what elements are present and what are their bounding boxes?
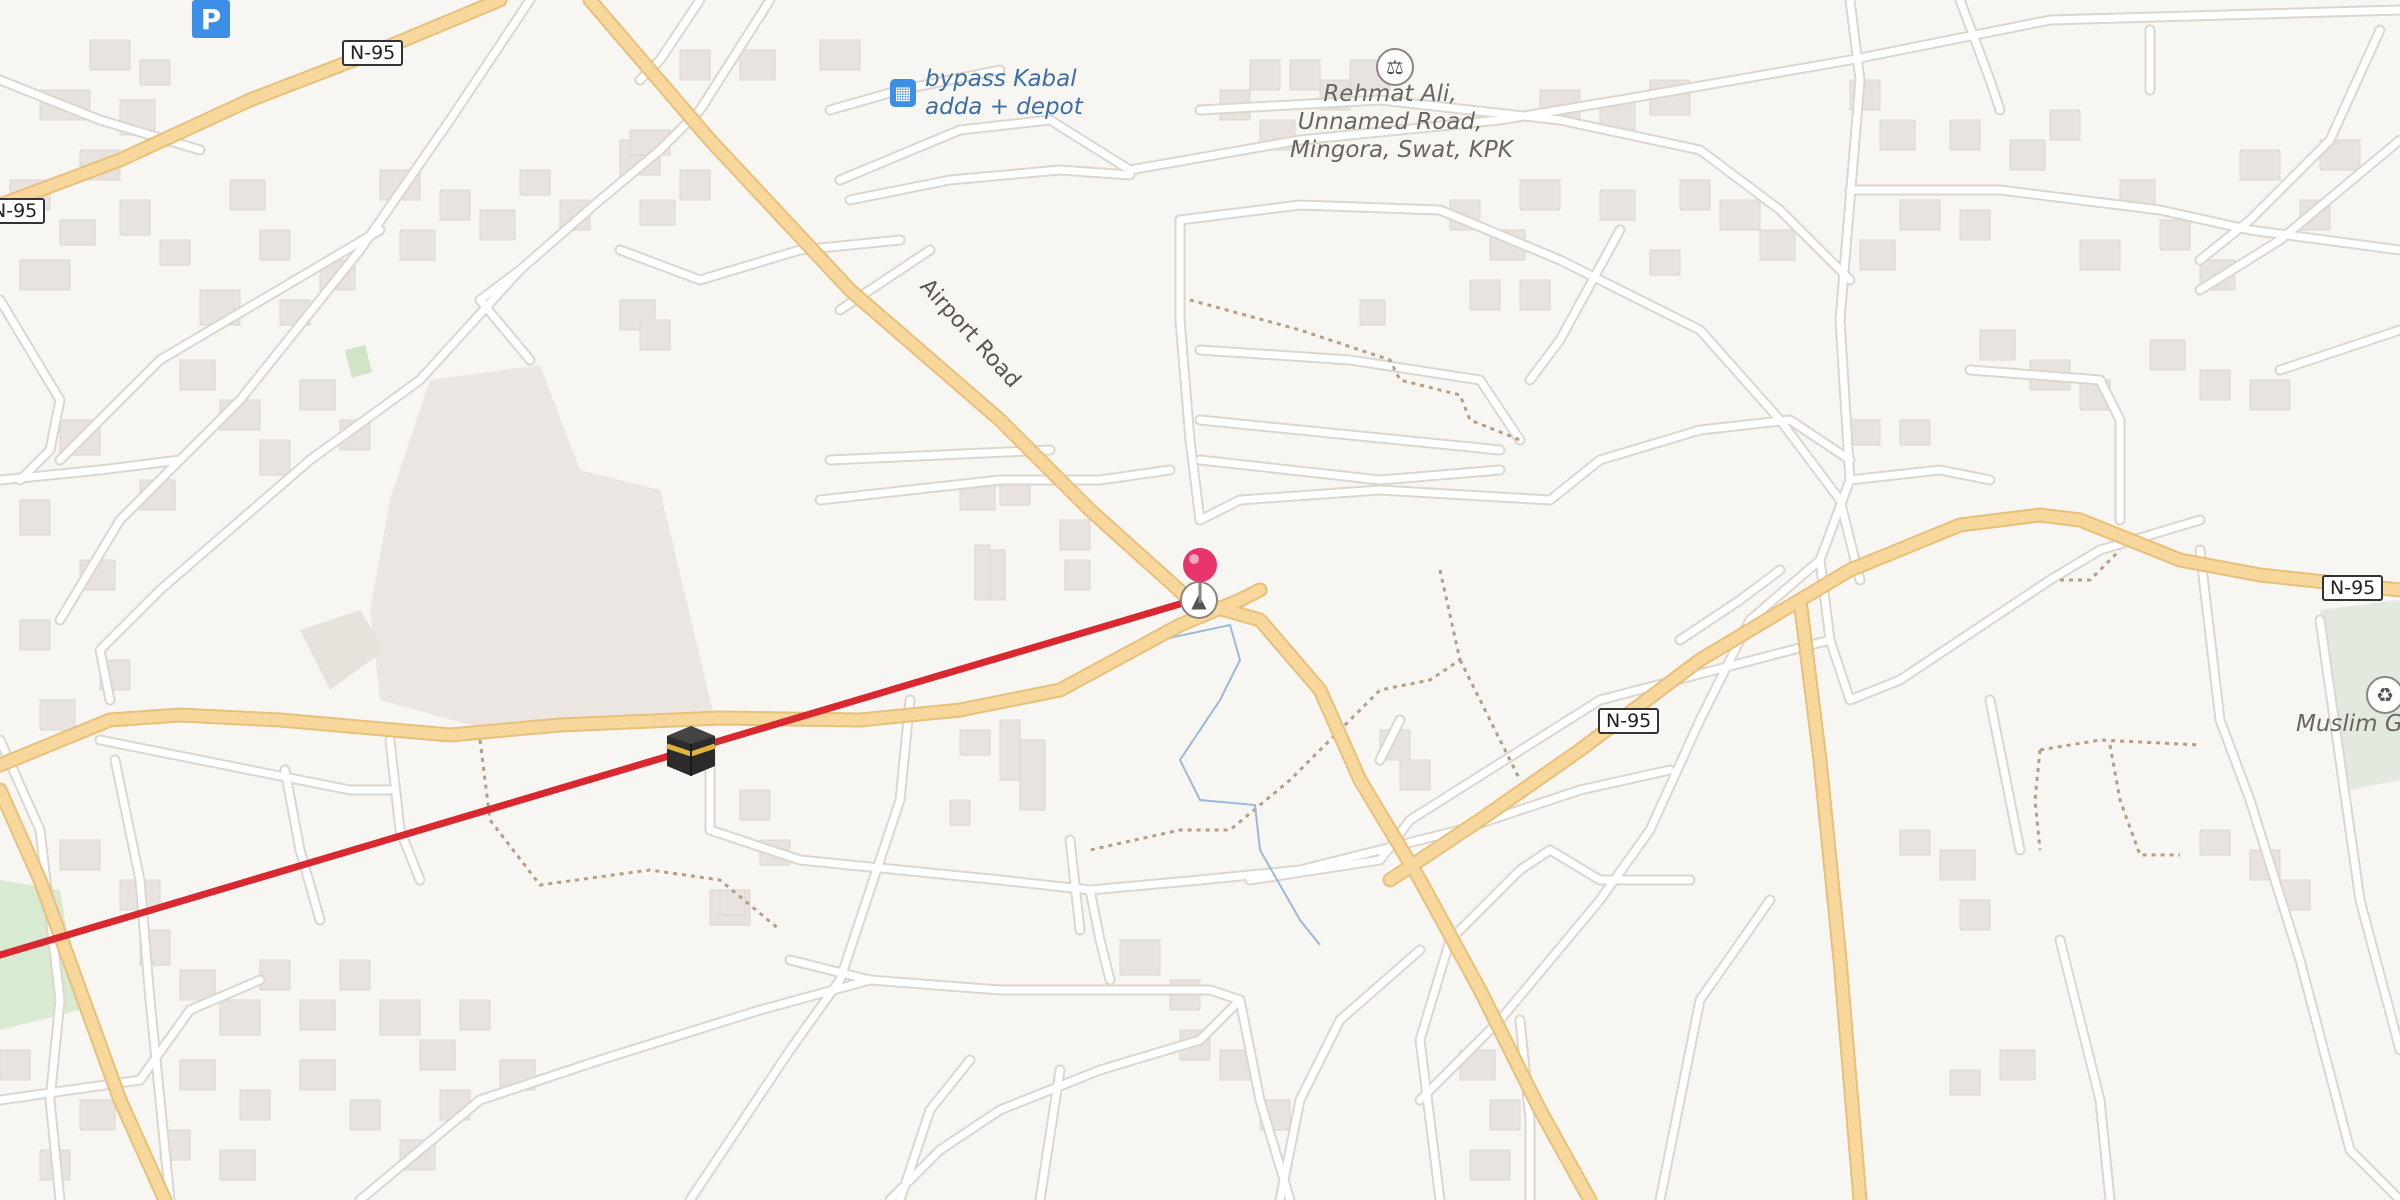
road-shield-n95-right: N-95 <box>2322 575 2384 601</box>
lodging-label-line3: Mingora, Swat, KPK <box>1290 137 1513 163</box>
lodging-label[interactable]: Rehmat Ali, Unnamed Road, Mingora, Swat,… <box>1290 80 1513 164</box>
parking-icon[interactable]: P <box>192 0 230 38</box>
lodging-label-line2: Unnamed Road, <box>1297 109 1483 135</box>
cemetery-icon[interactable]: ♻ <box>2366 676 2400 714</box>
road-shield-n95-center: N-95 <box>1598 708 1660 734</box>
lodging-label-line1: Rehmat Ali, <box>1323 81 1457 107</box>
bus-stop-label[interactable]: bypass Kabal adda + depot <box>925 65 1083 121</box>
kaaba-icon[interactable] <box>663 722 719 778</box>
bus-stop-label-line1: bypass Kabal <box>925 66 1077 92</box>
map-pin-icon[interactable] <box>1180 545 1220 605</box>
road-shield-n95-left: N-95 <box>0 198 46 224</box>
cemetery-label[interactable]: Muslim Gr <box>2296 710 2400 738</box>
bus-stop-label-line2: adda + depot <box>925 94 1083 120</box>
road-shield-n95-top: N-95 <box>342 40 404 66</box>
bus-icon[interactable]: ▦ <box>890 79 916 107</box>
